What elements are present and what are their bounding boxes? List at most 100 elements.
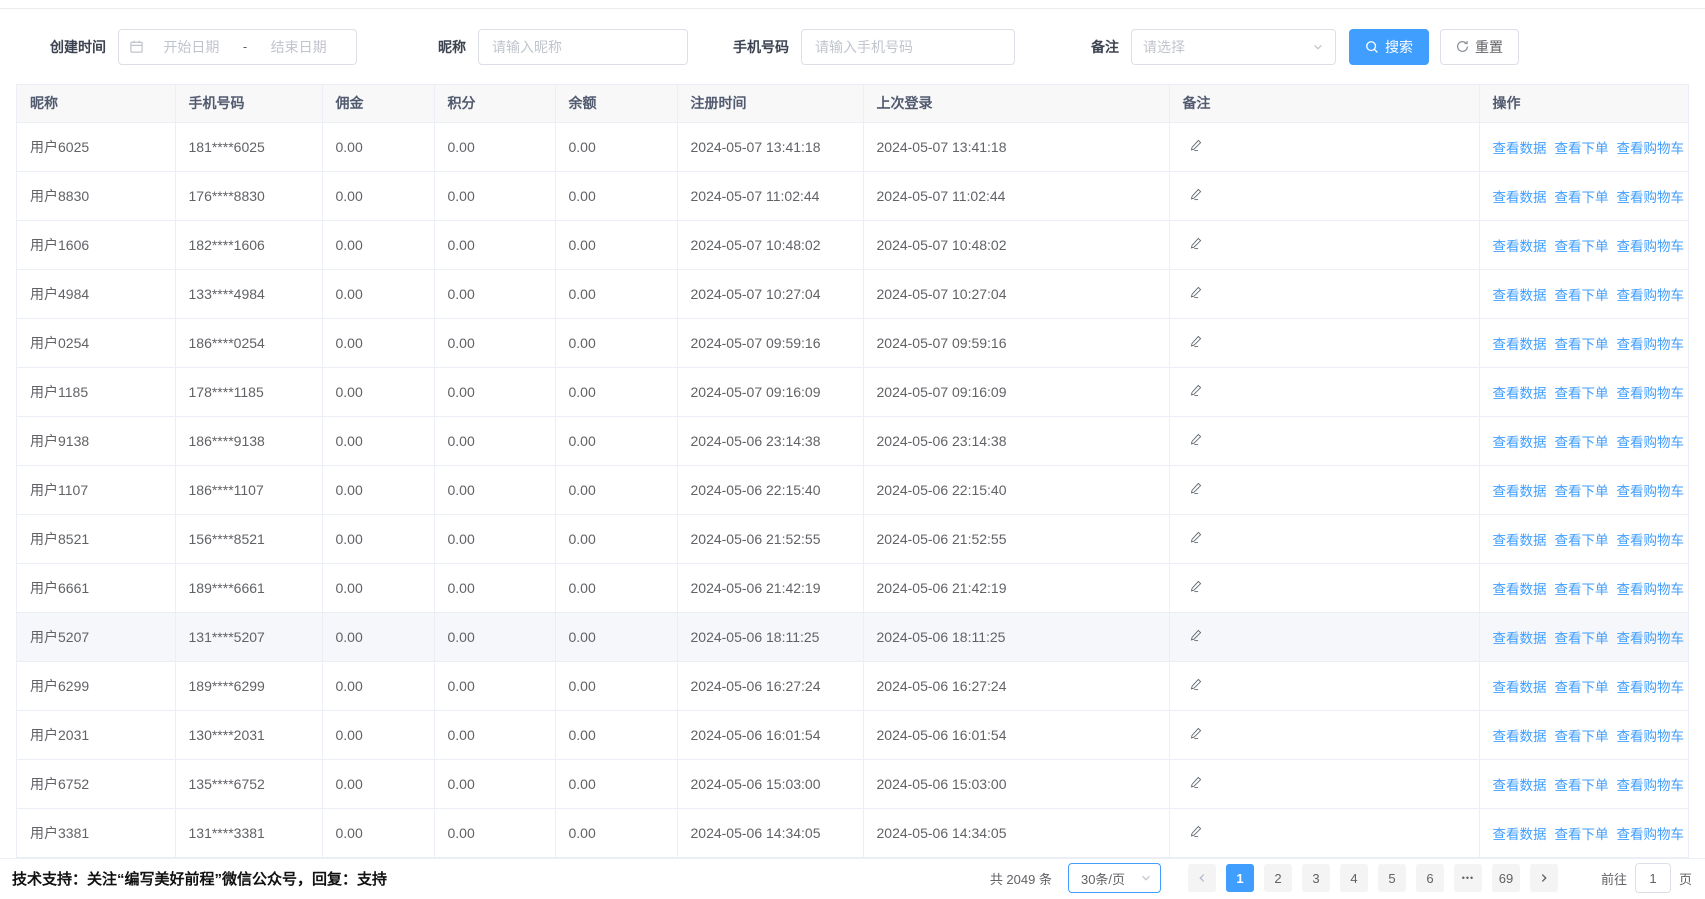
action-view-data[interactable]: 查看数据 xyxy=(1493,190,1547,205)
register-time-cell: 2024-05-07 10:27:04 xyxy=(677,269,863,318)
edit-remark-icon[interactable] xyxy=(1188,677,1203,692)
action-view-data[interactable]: 查看数据 xyxy=(1493,778,1547,793)
action-view-cart[interactable]: 查看购物车 xyxy=(1617,337,1685,352)
action-view-cart[interactable]: 查看购物车 xyxy=(1617,827,1685,842)
nickname-input[interactable] xyxy=(478,29,688,65)
action-view-cart[interactable]: 查看购物车 xyxy=(1617,435,1685,450)
edit-remark-icon[interactable] xyxy=(1188,236,1203,251)
action-view-order[interactable]: 查看下单 xyxy=(1555,141,1609,156)
action-view-data[interactable]: 查看数据 xyxy=(1493,141,1547,156)
page-button-3[interactable]: 3 xyxy=(1302,864,1330,892)
edit-remark-icon[interactable] xyxy=(1188,628,1203,643)
action-view-data[interactable]: 查看数据 xyxy=(1493,680,1547,695)
action-view-data[interactable]: 查看数据 xyxy=(1493,484,1547,499)
action-view-order[interactable]: 查看下单 xyxy=(1555,533,1609,548)
action-view-data[interactable]: 查看数据 xyxy=(1493,729,1547,744)
edit-remark-icon[interactable] xyxy=(1188,187,1203,202)
action-view-order[interactable]: 查看下单 xyxy=(1555,190,1609,205)
action-view-cart[interactable]: 查看购物车 xyxy=(1617,386,1685,401)
remark-select[interactable]: 请选择 xyxy=(1131,29,1336,65)
edit-remark-icon[interactable] xyxy=(1188,726,1203,741)
action-view-cart[interactable]: 查看购物车 xyxy=(1617,190,1685,205)
action-view-data[interactable]: 查看数据 xyxy=(1493,337,1547,352)
more-pages-button[interactable]: ••• xyxy=(1454,864,1482,892)
end-date-input[interactable] xyxy=(251,39,346,55)
action-view-cart[interactable]: 查看购物车 xyxy=(1617,631,1685,646)
edit-remark-icon[interactable] xyxy=(1188,383,1203,398)
actions-cell: 查看数据查看下单查看购物车 xyxy=(1479,661,1688,710)
action-view-cart[interactable]: 查看购物车 xyxy=(1617,484,1685,499)
start-date-input[interactable] xyxy=(144,39,239,55)
action-view-data[interactable]: 查看数据 xyxy=(1493,631,1547,646)
page-button-2[interactable]: 2 xyxy=(1264,864,1292,892)
page-button-6[interactable]: 6 xyxy=(1416,864,1444,892)
phone-cell: 135****6752 xyxy=(175,759,322,808)
action-view-data[interactable]: 查看数据 xyxy=(1493,533,1547,548)
action-view-data[interactable]: 查看数据 xyxy=(1493,435,1547,450)
edit-remark-icon[interactable] xyxy=(1188,432,1203,447)
action-view-order[interactable]: 查看下单 xyxy=(1555,239,1609,254)
edit-remark-icon[interactable] xyxy=(1188,824,1203,839)
action-view-cart[interactable]: 查看购物车 xyxy=(1617,680,1685,695)
support-text: 技术支持：关注“编写美好前程”微信公众号，回复：支持 xyxy=(12,868,387,889)
action-view-order[interactable]: 查看下单 xyxy=(1555,827,1609,842)
action-view-cart[interactable]: 查看购物车 xyxy=(1617,141,1685,156)
action-view-order[interactable]: 查看下单 xyxy=(1555,582,1609,597)
edit-remark-icon[interactable] xyxy=(1188,285,1203,300)
table-row: 用户9138 186****9138 0.00 0.00 0.00 2024-0… xyxy=(17,416,1688,465)
action-view-data[interactable]: 查看数据 xyxy=(1493,827,1547,842)
edit-remark-icon[interactable] xyxy=(1188,481,1203,496)
action-view-cart[interactable]: 查看购物车 xyxy=(1617,778,1685,793)
actions-cell: 查看数据查看下单查看购物车 xyxy=(1479,808,1688,857)
page-button-5[interactable]: 5 xyxy=(1378,864,1406,892)
action-view-data[interactable]: 查看数据 xyxy=(1493,239,1547,254)
date-range-picker[interactable]: - xyxy=(118,29,357,65)
actions-cell: 查看数据查看下单查看购物车 xyxy=(1479,465,1688,514)
action-view-order[interactable]: 查看下单 xyxy=(1555,680,1609,695)
page-button-69[interactable]: 69 xyxy=(1492,864,1520,892)
nickname-cell: 用户6025 xyxy=(17,122,175,171)
prev-page-button[interactable] xyxy=(1188,864,1216,892)
action-view-cart[interactable]: 查看购物车 xyxy=(1617,582,1685,597)
phone-cell: 181****6025 xyxy=(175,122,322,171)
action-view-data[interactable]: 查看数据 xyxy=(1493,288,1547,303)
edit-remark-icon[interactable] xyxy=(1188,334,1203,349)
action-view-data[interactable]: 查看数据 xyxy=(1493,386,1547,401)
remark-cell xyxy=(1169,759,1479,808)
reset-button-label: 重置 xyxy=(1475,37,1503,57)
edit-remark-icon[interactable] xyxy=(1188,579,1203,594)
action-view-order[interactable]: 查看下单 xyxy=(1555,729,1609,744)
table-row: 用户6025 181****6025 0.00 0.00 0.00 2024-0… xyxy=(17,122,1688,171)
balance-cell: 0.00 xyxy=(555,612,677,661)
action-view-order[interactable]: 查看下单 xyxy=(1555,288,1609,303)
reset-button[interactable]: 重置 xyxy=(1440,29,1519,65)
action-view-order[interactable]: 查看下单 xyxy=(1555,386,1609,401)
action-view-order[interactable]: 查看下单 xyxy=(1555,778,1609,793)
search-button[interactable]: 搜索 xyxy=(1349,29,1429,65)
page-button-1[interactable]: 1 xyxy=(1226,864,1254,892)
action-view-order[interactable]: 查看下单 xyxy=(1555,484,1609,499)
remark-cell xyxy=(1169,465,1479,514)
points-cell: 0.00 xyxy=(434,661,555,710)
page-button-4[interactable]: 4 xyxy=(1340,864,1368,892)
action-view-cart[interactable]: 查看购物车 xyxy=(1617,533,1685,548)
calendar-icon xyxy=(129,39,144,54)
page-size-select[interactable]: 30条/页 xyxy=(1068,863,1161,893)
edit-remark-icon[interactable] xyxy=(1188,530,1203,545)
action-view-order[interactable]: 查看下单 xyxy=(1555,631,1609,646)
action-view-order[interactable]: 查看下单 xyxy=(1555,435,1609,450)
phone-input[interactable] xyxy=(801,29,1015,65)
commission-cell: 0.00 xyxy=(322,710,434,759)
edit-remark-icon[interactable] xyxy=(1188,138,1203,153)
goto-page: 前往 页 xyxy=(1601,863,1692,893)
action-view-data[interactable]: 查看数据 xyxy=(1493,582,1547,597)
last-login-cell: 2024-05-06 15:03:00 xyxy=(863,759,1169,808)
next-page-button[interactable] xyxy=(1530,864,1558,892)
edit-remark-icon[interactable] xyxy=(1188,775,1203,790)
action-view-order[interactable]: 查看下单 xyxy=(1555,337,1609,352)
register-time-cell: 2024-05-07 09:59:16 xyxy=(677,318,863,367)
action-view-cart[interactable]: 查看购物车 xyxy=(1617,288,1685,303)
action-view-cart[interactable]: 查看购物车 xyxy=(1617,729,1685,744)
action-view-cart[interactable]: 查看购物车 xyxy=(1617,239,1685,254)
goto-page-input[interactable] xyxy=(1635,863,1671,893)
